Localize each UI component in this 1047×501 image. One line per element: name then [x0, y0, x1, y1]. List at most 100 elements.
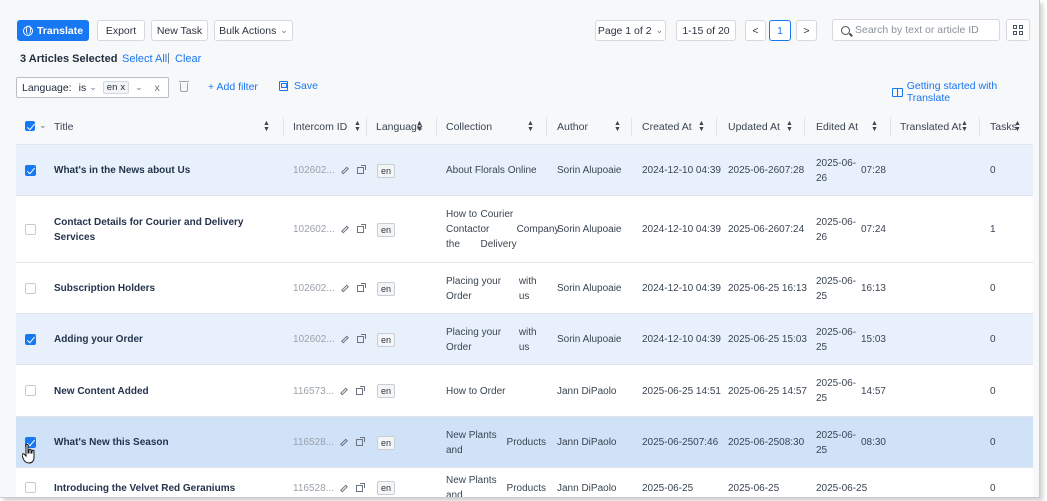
add-filter-link[interactable]: + Add filter [208, 81, 258, 93]
article-title-link[interactable]: Adding your Order [54, 314, 284, 365]
select-all-link[interactable]: Select All [122, 53, 167, 65]
external-link-icon[interactable] [356, 334, 366, 343]
export-button[interactable]: Export [97, 20, 145, 41]
edit-icon[interactable] [340, 284, 349, 293]
edit-icon[interactable] [340, 438, 348, 447]
article-title-link[interactable]: Introducing the Velvet Red Geraniums [54, 468, 284, 497]
search-box[interactable] [832, 19, 1000, 41]
search-icon [841, 25, 850, 35]
view-toggle-button[interactable] [1006, 19, 1030, 41]
chevron-down-icon[interactable]: ⌄ [39, 120, 47, 131]
external-link-icon[interactable] [355, 482, 365, 492]
column-divider[interactable] [436, 117, 437, 136]
remove-token-icon[interactable]: x [120, 82, 125, 93]
intercom-id: 116573... [293, 365, 373, 417]
sort-icon[interactable]: ▲ ▼ [614, 108, 621, 145]
grid-icon [1013, 25, 1023, 35]
column-header-intercom-id[interactable]: Intercom ID [293, 108, 347, 145]
sort-icon[interactable]: ▲ ▼ [698, 108, 705, 145]
edit-icon[interactable] [340, 335, 349, 344]
column-divider[interactable] [890, 117, 891, 136]
collection-cell: How to Order [446, 385, 506, 397]
sort-icon[interactable]: ▲ ▼ [871, 108, 878, 145]
language-filter[interactable]: Language: is ⌄ en x ⌄ x [16, 77, 169, 98]
external-link-icon[interactable] [356, 283, 366, 292]
created-at-cell: 2024-12-10 04:39 [642, 283, 721, 294]
clear-selection-link[interactable]: Clear [175, 53, 201, 65]
table-row[interactable]: Contact Details for Courier and Delivery… [16, 196, 1033, 263]
edit-icon[interactable] [340, 484, 348, 492]
tasks-cell: 0 [990, 437, 996, 448]
table-row[interactable]: What's New this Season 116528... en New Pla… [16, 417, 1033, 468]
select-all-checkbox[interactable] [25, 121, 35, 131]
column-divider[interactable] [546, 117, 547, 136]
language-badge: en [377, 481, 395, 495]
table-row[interactable]: Introducing the Velvet Red Geraniums 1165… [16, 468, 1033, 497]
column-header-created-at[interactable]: Created At [642, 108, 692, 145]
table-row[interactable]: New Content Added 116573... en How to Order… [16, 365, 1033, 417]
page-select[interactable]: Page 1 of 2 ⌄ [595, 20, 666, 41]
edit-icon[interactable] [340, 387, 348, 395]
page-1-button[interactable]: 1 [769, 20, 791, 41]
article-title-link[interactable]: What's New this Season [54, 417, 284, 468]
updated-at-cell: 2025-06-25 [728, 482, 780, 494]
clear-filter-icon[interactable]: x [155, 82, 160, 94]
row-checkbox[interactable] [25, 334, 36, 345]
article-title-link[interactable]: Contact Details for Courier and Delivery… [54, 196, 284, 263]
column-header-tasks[interactable]: Tasks [990, 108, 1017, 145]
next-page-button[interactable]: > [796, 20, 817, 41]
sort-icon[interactable]: ▲ ▼ [527, 108, 534, 145]
table-row[interactable]: Subscription Holders 102602... en Placing y… [16, 263, 1033, 314]
row-checkbox[interactable] [25, 165, 36, 176]
external-link-icon[interactable] [356, 224, 366, 233]
chevron-left-icon: < [752, 24, 759, 37]
external-link-icon[interactable] [355, 385, 365, 395]
filter-operator[interactable]: is [79, 82, 87, 94]
table-row[interactable]: What's in the News about Us 102602... en Ab… [16, 145, 1033, 196]
external-link-icon[interactable] [355, 437, 365, 446]
hand-cursor-icon [22, 444, 35, 464]
sort-icon[interactable]: ▲ ▼ [416, 108, 423, 145]
bulk-actions-dropdown[interactable]: Bulk Actions ⌄ [214, 20, 293, 41]
translate-button[interactable]: Translate [17, 20, 89, 41]
article-title-link[interactable]: Subscription Holders [54, 263, 284, 314]
column-header-edited-at[interactable]: Edited At [816, 108, 858, 145]
column-header-updated-at[interactable]: Updated At [728, 108, 780, 145]
row-checkbox[interactable] [25, 283, 36, 294]
column-header-title[interactable]: Title [54, 108, 73, 145]
sort-icon[interactable]: ▲ ▼ [961, 108, 968, 145]
sort-icon[interactable]: ▲ ▼ [1014, 108, 1021, 145]
row-checkbox[interactable] [25, 482, 36, 493]
row-checkbox[interactable] [25, 385, 36, 396]
column-header-author[interactable]: Author [557, 108, 588, 145]
translated-at-cell [900, 314, 970, 365]
external-link-icon[interactable] [356, 165, 366, 174]
sort-icon[interactable]: ▲ ▼ [263, 108, 270, 145]
column-divider[interactable] [631, 117, 632, 136]
column-divider[interactable] [283, 117, 284, 136]
column-divider[interactable] [366, 117, 367, 136]
getting-started-link[interactable]: Getting started with Translate [892, 80, 1039, 104]
column-divider[interactable] [979, 117, 980, 136]
edit-icon[interactable] [340, 166, 349, 175]
row-checkbox[interactable] [25, 224, 36, 235]
sort-icon[interactable]: ▲ ▼ [354, 108, 361, 145]
created-at-cell: 2024-12-10 04:39 [642, 334, 721, 345]
column-header-collection[interactable]: Collection [446, 108, 492, 145]
trash-icon[interactable] [179, 81, 189, 92]
save-filter-button[interactable]: Save [279, 80, 318, 92]
new-task-button[interactable]: New Task [151, 20, 208, 41]
sort-icon[interactable]: ▲ ▼ [786, 108, 793, 145]
column-divider[interactable] [804, 117, 805, 136]
column-header-translated-at[interactable]: Translated At [900, 108, 961, 145]
article-title-link[interactable]: New Content Added [54, 365, 284, 417]
column-divider[interactable] [716, 117, 717, 136]
edit-icon[interactable] [340, 225, 349, 234]
search-input[interactable] [855, 24, 995, 36]
article-title-link[interactable]: What's in the News about Us [54, 145, 284, 196]
collection-cell: About Florals Online [446, 165, 537, 176]
tasks-cell: 0 [990, 482, 996, 494]
prev-page-button[interactable]: < [745, 20, 766, 41]
tasks-cell: 0 [990, 283, 996, 294]
table-row[interactable]: Adding your Order 102602... en Placing your… [16, 314, 1033, 365]
